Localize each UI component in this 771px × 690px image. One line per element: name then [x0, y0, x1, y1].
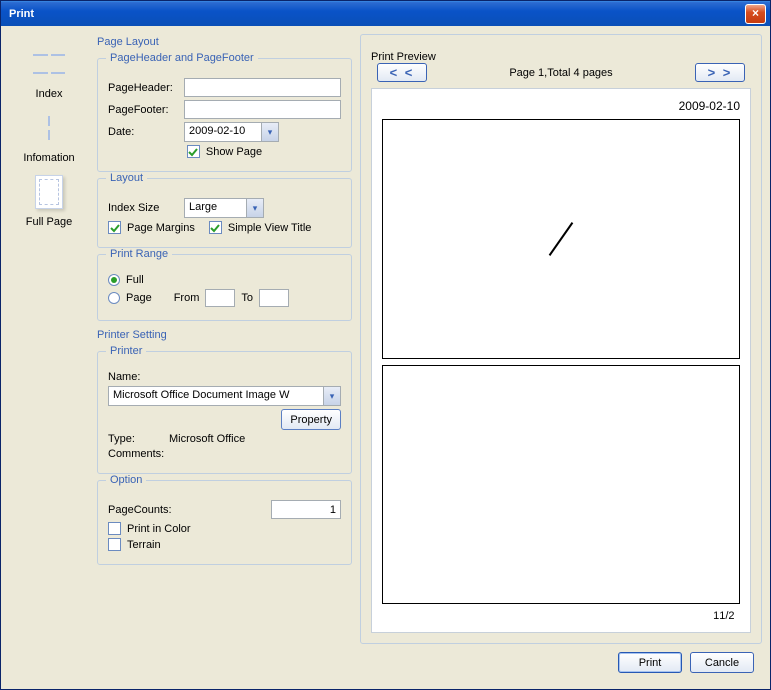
layout-group: Layout Index Size Large ▾ Page Margins S… — [97, 178, 352, 248]
page-radio-label: Page — [126, 292, 152, 304]
settings-panel: Page Layout PageHeader and PageFooter Pa… — [97, 34, 352, 681]
print-preview-legend: Print Preview — [371, 51, 751, 63]
preview-panel: Print Preview < < Page 1,Total 4 pages >… — [360, 34, 762, 681]
option-group: Option PageCounts: Print in Color Terrai… — [97, 480, 352, 565]
nav-item-information[interactable]: Infomation — [9, 108, 89, 164]
header-footer-legend: PageHeader and PageFooter — [106, 52, 258, 64]
preview-stroke-icon — [549, 222, 574, 256]
terrain-checkbox[interactable] — [108, 538, 121, 551]
preview-status: Page 1,Total 4 pages — [509, 67, 612, 79]
page-layout-section-label: Page Layout — [97, 36, 352, 48]
nav-label-index: Index — [36, 88, 63, 100]
dialog-actions: Print Cancle — [360, 644, 762, 681]
index-icon — [29, 44, 69, 84]
close-button[interactable]: × — [745, 4, 766, 24]
printer-name-value: Microsoft Office Document Image W — [109, 387, 323, 405]
option-legend: Option — [106, 474, 146, 486]
pageheader-input[interactable] — [184, 78, 341, 97]
printer-name-label: Name: — [108, 371, 140, 383]
print-dialog-window: Print × Index Infomation Ful — [0, 0, 771, 690]
print-button[interactable]: Print — [618, 652, 682, 673]
terrain-label: Terrain — [127, 539, 161, 551]
cancel-button[interactable]: Cancle — [690, 652, 754, 673]
preview-page-sheet: 2009-02-10 1 1/2 x — [382, 99, 740, 622]
nav-label-full-page: Full Page — [26, 216, 72, 228]
pageheader-label: PageHeader: — [108, 82, 178, 94]
show-page-checkbox[interactable] — [187, 145, 200, 158]
nav-item-full-page[interactable]: Full Page — [9, 172, 89, 228]
from-input[interactable] — [205, 289, 235, 307]
printer-comments-label: Comments: — [108, 448, 164, 460]
print-range-group: Print Range Full Page From To — [97, 254, 352, 321]
show-page-label: Show Page — [206, 146, 262, 158]
printer-group: Printer Name: Microsoft Office Document … — [97, 351, 352, 474]
pagefooter-label: PageFooter: — [108, 104, 178, 116]
nav-item-index[interactable]: Index — [9, 44, 89, 100]
pagefooter-input[interactable] — [184, 100, 341, 119]
date-label: Date: — [108, 126, 178, 138]
page-margins-label: Page Margins — [127, 222, 195, 234]
header-footer-group: PageHeader and PageFooter PageHeader: Pa… — [97, 58, 352, 172]
next-page-button[interactable]: > > — [695, 63, 745, 82]
printer-name-combo[interactable]: Microsoft Office Document Image W ▾ — [108, 386, 341, 406]
full-page-icon — [35, 175, 63, 209]
layout-legend: Layout — [106, 172, 147, 184]
preview-page-indicator: 1/2 — [719, 610, 734, 622]
preview-frame-top — [382, 119, 740, 359]
preview-frame-bottom — [382, 365, 740, 605]
left-nav: Index Infomation Full Page — [9, 34, 89, 681]
page-margins-checkbox[interactable] — [108, 221, 121, 234]
printer-type-label: Type: — [108, 433, 163, 445]
print-color-label: Print in Color — [127, 523, 191, 535]
property-button[interactable]: Property — [281, 409, 341, 430]
index-size-label: Index Size — [108, 202, 178, 214]
printer-setting-section-label: Printer Setting — [97, 329, 352, 341]
page-radio[interactable] — [108, 292, 120, 304]
index-size-value: Large — [185, 199, 246, 217]
to-input[interactable] — [259, 289, 289, 307]
pagecounts-input[interactable] — [271, 500, 341, 519]
printer-type-value: Microsoft Office — [169, 433, 245, 445]
nav-label-information: Infomation — [23, 152, 74, 164]
chevron-down-icon: ▾ — [246, 199, 263, 217]
print-color-checkbox[interactable] — [108, 522, 121, 535]
preview-area: 2009-02-10 1 1/2 x — [371, 88, 751, 633]
preview-date-footer: 2009-02-10 — [679, 99, 740, 113]
date-value: 2009-02-10 — [185, 123, 261, 141]
information-icon — [29, 108, 69, 148]
full-radio[interactable] — [108, 274, 120, 286]
pagecounts-label: PageCounts: — [108, 504, 172, 516]
window-title: Print — [9, 8, 34, 20]
to-label: To — [241, 292, 253, 304]
simple-view-checkbox[interactable] — [209, 221, 222, 234]
from-label: From — [174, 292, 200, 304]
chevron-down-icon: ▾ — [323, 387, 340, 405]
chevron-down-icon: ▾ — [261, 123, 278, 141]
full-radio-label: Full — [126, 274, 144, 286]
date-combo[interactable]: 2009-02-10 ▾ — [184, 122, 279, 142]
printer-legend: Printer — [106, 345, 146, 357]
index-size-combo[interactable]: Large ▾ — [184, 198, 264, 218]
title-bar: Print × — [1, 1, 770, 26]
print-preview-group: Print Preview < < Page 1,Total 4 pages >… — [360, 34, 762, 644]
simple-view-label: Simple View Title — [228, 222, 312, 234]
prev-page-button[interactable]: < < — [377, 63, 427, 82]
print-range-legend: Print Range — [106, 248, 172, 260]
